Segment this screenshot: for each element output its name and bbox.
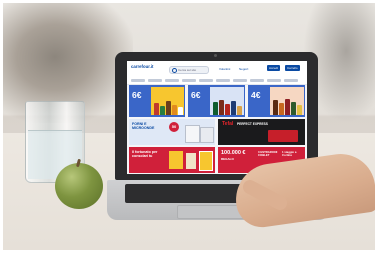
product-bottle <box>237 106 242 115</box>
nav-item[interactable] <box>284 79 298 82</box>
offer-banner-2[interactable]: 6€ <box>188 85 245 117</box>
product-bottle <box>160 106 165 115</box>
nav-item[interactable] <box>250 79 264 82</box>
apple-stem <box>76 158 81 168</box>
nav-item[interactable] <box>216 79 230 82</box>
promo-product-image <box>186 153 196 169</box>
promo-sweepstakes-extra: 1 viaggio a Cortina <box>282 150 297 158</box>
banner-price: 4€ <box>251 90 261 100</box>
site-header: carrefour.it Cerca sul sito Volantini Ne… <box>127 61 307 79</box>
product-bottle <box>291 102 296 115</box>
login-button[interactable]: Accedi <box>267 65 281 71</box>
product-photo: carrefour.it Cerca sul sito Volantini Ne… <box>3 3 375 250</box>
product-bottle <box>172 105 177 115</box>
product-bottle <box>231 101 236 115</box>
promo-tefal[interactable]: Tefal PERFECT EXPRESS <box>218 119 305 145</box>
product-image <box>268 130 298 142</box>
search-icon[interactable] <box>172 68 177 73</box>
nav-item[interactable] <box>131 79 145 82</box>
product-bottle <box>154 103 159 115</box>
product-bottle <box>166 101 171 115</box>
laptop-screen: carrefour.it Cerca sul sito Volantini Ne… <box>127 61 307 174</box>
search-input[interactable]: Cerca sul sito <box>169 66 209 74</box>
green-apple <box>55 158 103 209</box>
product-bottle <box>279 103 284 115</box>
nav-item[interactable] <box>182 79 196 82</box>
appliance-image <box>200 127 214 143</box>
nav-item[interactable] <box>148 79 162 82</box>
product-bottle <box>213 102 218 115</box>
banner-price: 6€ <box>191 90 201 100</box>
search-placeholder: Cerca sul sito <box>178 68 197 72</box>
promo-appliances[interactable]: FORNI E MICROONDE 50 <box>129 119 215 145</box>
promo-product-image <box>169 151 183 169</box>
promo-lottery-title: Il fortunato per consolari tu <box>132 150 158 158</box>
cart-button[interactable]: Carrello <box>285 65 300 71</box>
product-bottle <box>285 99 290 115</box>
nav-item[interactable] <box>233 79 247 82</box>
nav-item[interactable] <box>267 79 281 82</box>
webcam-icon <box>214 54 217 57</box>
product-bottle <box>225 104 230 115</box>
offer-banner-1[interactable]: 6€ <box>129 85 185 117</box>
promo-sweepstakes-text: 3 ESTRAZIONI COBLET <box>258 150 278 158</box>
nav-item[interactable] <box>199 79 213 82</box>
promo-tefal-title: PERFECT EXPRESS <box>237 122 268 126</box>
site-logo[interactable]: carrefour.it <box>131 64 153 69</box>
banner-price: 6€ <box>132 90 142 100</box>
nav-item[interactable] <box>165 79 179 82</box>
promo-tefal-brand: Tefal <box>222 121 234 127</box>
promo-sweepstakes-label: REGALO <box>221 157 234 161</box>
promo-appliances-title: FORNI E MICROONDE <box>132 122 155 130</box>
header-link-flyers[interactable]: Volantini <box>219 67 230 71</box>
promo-sweepstakes-amount: 100.000 € <box>221 150 246 156</box>
product-bottle <box>273 100 278 115</box>
header-link-stores[interactable]: Negozi <box>239 67 248 71</box>
product-bottle <box>219 100 224 115</box>
offer-banner-3[interactable]: 4€ <box>248 85 305 117</box>
product-box <box>178 107 183 115</box>
product-bottle <box>297 105 302 115</box>
appliance-image <box>185 125 200 143</box>
category-nav <box>127 78 307 85</box>
promo-product-image <box>199 151 213 171</box>
discount-badge: 50 <box>169 122 179 132</box>
promo-lottery[interactable]: Il fortunato per consolari tu <box>129 147 215 173</box>
